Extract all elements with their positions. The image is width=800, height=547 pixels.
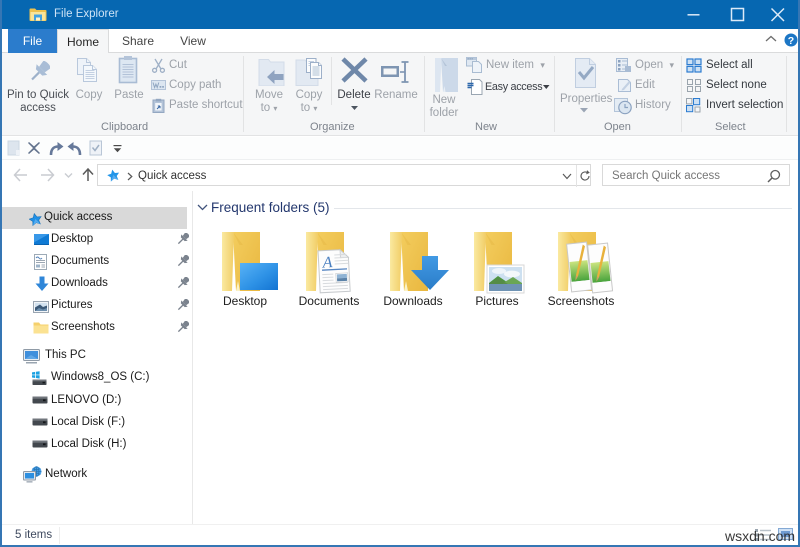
- svg-text:?: ?: [788, 35, 794, 47]
